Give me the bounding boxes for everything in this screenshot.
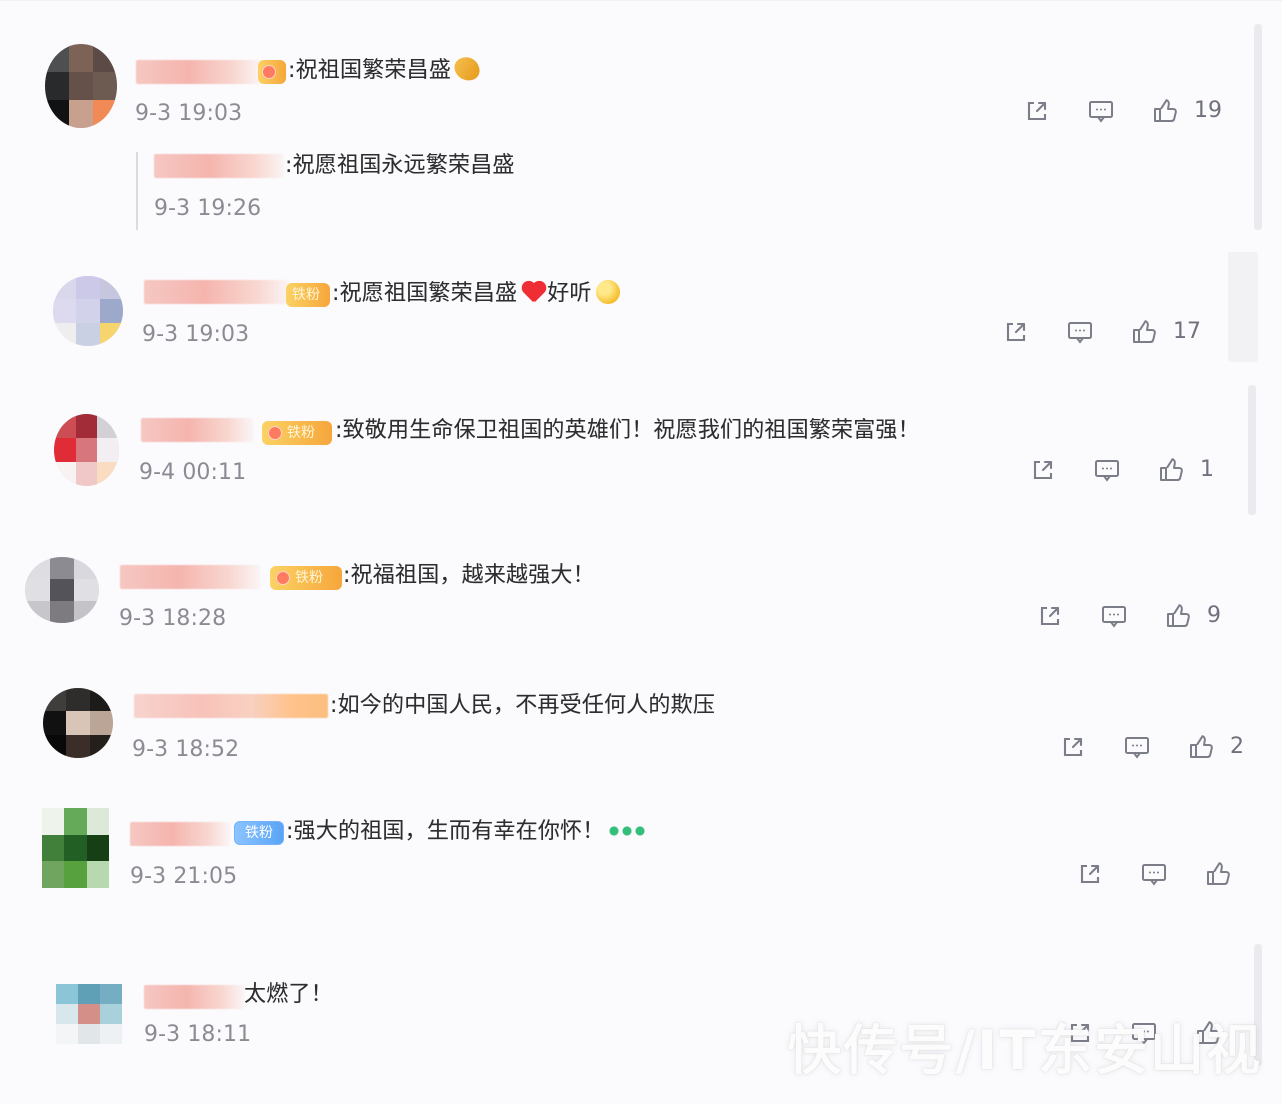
fan-badge: 铁粉 bbox=[270, 566, 342, 590]
fan-badge: 铁粉 bbox=[286, 283, 330, 307]
username-redacted[interactable] bbox=[134, 694, 328, 718]
like-count: 1 bbox=[1200, 457, 1214, 482]
watermark: 快传号/IT东安山视 bbox=[787, 1019, 1262, 1082]
like-button[interactable]: 2 bbox=[1186, 732, 1244, 762]
comment-time: 9-3 18:11 bbox=[144, 1022, 252, 1047]
thumbs-up-icon bbox=[1186, 732, 1216, 762]
reply-username-redacted[interactable] bbox=[154, 154, 284, 178]
share-icon bbox=[1022, 96, 1052, 126]
username-redacted[interactable] bbox=[144, 985, 244, 1009]
username-redacted[interactable] bbox=[130, 822, 230, 846]
share-button[interactable] bbox=[1022, 96, 1052, 126]
comment-text: :如今的中国人民，不再受任何人的欺压 bbox=[330, 693, 716, 718]
comment-time: 9-3 18:52 bbox=[132, 737, 240, 762]
share-icon bbox=[1035, 601, 1065, 631]
comment-text: :祝愿祖国繁荣昌盛 好听 bbox=[332, 280, 620, 308]
scroll-segment bbox=[1228, 252, 1258, 362]
username-redacted[interactable] bbox=[141, 418, 253, 442]
avatar[interactable] bbox=[56, 984, 122, 1044]
username-redacted[interactable] bbox=[144, 280, 289, 304]
avatar[interactable] bbox=[45, 44, 117, 128]
share-icon bbox=[1058, 732, 1088, 762]
like-button[interactable] bbox=[1203, 859, 1247, 889]
share-icon bbox=[1028, 455, 1058, 485]
comment-time: 9-4 00:11 bbox=[139, 460, 247, 485]
comment-icon bbox=[1092, 455, 1122, 485]
comment-time: 9-3 18:28 bbox=[119, 606, 227, 631]
comment-actions: 9 bbox=[1035, 601, 1221, 631]
like-button[interactable]: 17 bbox=[1129, 317, 1201, 347]
thumbs-up-icon bbox=[1163, 601, 1193, 631]
comment-thread-screen: :祝祖国繁荣昌盛 9-3 19:03 19 :祝愿祖国永远繁荣昌盛 9-3 19… bbox=[0, 0, 1282, 1104]
scroll-segment bbox=[1254, 24, 1262, 230]
crying-face-icon bbox=[595, 280, 620, 304]
comment-icon bbox=[1099, 601, 1129, 631]
like-button[interactable]: 1 bbox=[1156, 455, 1214, 485]
avatar[interactable] bbox=[54, 414, 119, 486]
share-button[interactable] bbox=[1001, 317, 1031, 347]
comment-time: 9-3 21:05 bbox=[130, 864, 238, 889]
comment-button[interactable] bbox=[1139, 859, 1169, 889]
scroll-segment bbox=[1248, 385, 1256, 515]
comment-time: 9-3 19:03 bbox=[135, 101, 243, 126]
fan-badge: 铁粉 bbox=[234, 821, 284, 845]
comment-icon bbox=[1065, 317, 1095, 347]
comment-button[interactable] bbox=[1122, 732, 1152, 762]
comment-actions: 2 bbox=[1058, 732, 1244, 762]
like-button[interactable]: 9 bbox=[1163, 601, 1221, 631]
username-redacted[interactable] bbox=[136, 60, 261, 84]
avatar[interactable] bbox=[43, 688, 113, 758]
comment-icon bbox=[1086, 96, 1116, 126]
username-redacted[interactable] bbox=[120, 565, 260, 589]
comment-actions: 19 bbox=[1022, 96, 1222, 126]
share-button[interactable] bbox=[1058, 732, 1088, 762]
reply-text: :祝愿祖国永远繁荣昌盛 bbox=[285, 153, 515, 178]
avatar[interactable] bbox=[53, 276, 123, 346]
reply-thread-line bbox=[136, 152, 138, 230]
comment-button[interactable] bbox=[1086, 96, 1116, 126]
share-button[interactable] bbox=[1075, 859, 1105, 889]
comment-text: :祝福祖国，越来越强大！ bbox=[343, 563, 595, 588]
like-count: 19 bbox=[1194, 98, 1222, 123]
comment-actions bbox=[1075, 859, 1247, 889]
crown-icon bbox=[262, 65, 276, 79]
like-button[interactable]: 19 bbox=[1150, 96, 1222, 126]
thumbs-up-icon bbox=[1203, 859, 1233, 889]
comment-text: 太燃了！ bbox=[244, 982, 333, 1007]
fan-badge bbox=[258, 60, 286, 84]
comment-text: :强大的祖国，生而有幸在你怀！ bbox=[286, 818, 647, 846]
comment-button[interactable] bbox=[1099, 601, 1129, 631]
share-icon bbox=[1075, 859, 1105, 889]
flexed-biceps-icon bbox=[452, 54, 482, 84]
comment-text: :祝祖国繁荣昌盛 bbox=[288, 54, 482, 85]
top-divider bbox=[0, 0, 1282, 1]
fan-badge: 铁粉 bbox=[262, 421, 332, 445]
comment-actions: 1 bbox=[1028, 455, 1214, 485]
comment-text: :致敬用生命保卫祖国的英雄们！祝愿我们的祖国繁荣富强！ bbox=[335, 418, 920, 443]
share-button[interactable] bbox=[1035, 601, 1065, 631]
crown-icon bbox=[268, 426, 282, 440]
comment-button[interactable] bbox=[1092, 455, 1122, 485]
reply-time: 9-3 19:26 bbox=[154, 196, 262, 221]
share-button[interactable] bbox=[1028, 455, 1058, 485]
thumbs-up-icon bbox=[1150, 96, 1180, 126]
like-count: 2 bbox=[1230, 734, 1244, 759]
sparkle-icon bbox=[608, 821, 647, 839]
thumbs-up-icon bbox=[1156, 455, 1186, 485]
comment-icon bbox=[1122, 732, 1152, 762]
comment-time: 9-3 19:03 bbox=[142, 322, 250, 347]
comment-actions: 17 bbox=[1001, 317, 1201, 347]
heart-icon bbox=[521, 280, 547, 304]
like-count: 17 bbox=[1173, 319, 1201, 344]
share-icon bbox=[1001, 317, 1031, 347]
like-count: 9 bbox=[1207, 603, 1221, 628]
comment-icon bbox=[1139, 859, 1169, 889]
crown-icon bbox=[276, 571, 290, 585]
comment-button[interactable] bbox=[1065, 317, 1095, 347]
thumbs-up-icon bbox=[1129, 317, 1159, 347]
avatar[interactable] bbox=[25, 557, 99, 623]
avatar[interactable] bbox=[42, 808, 109, 888]
